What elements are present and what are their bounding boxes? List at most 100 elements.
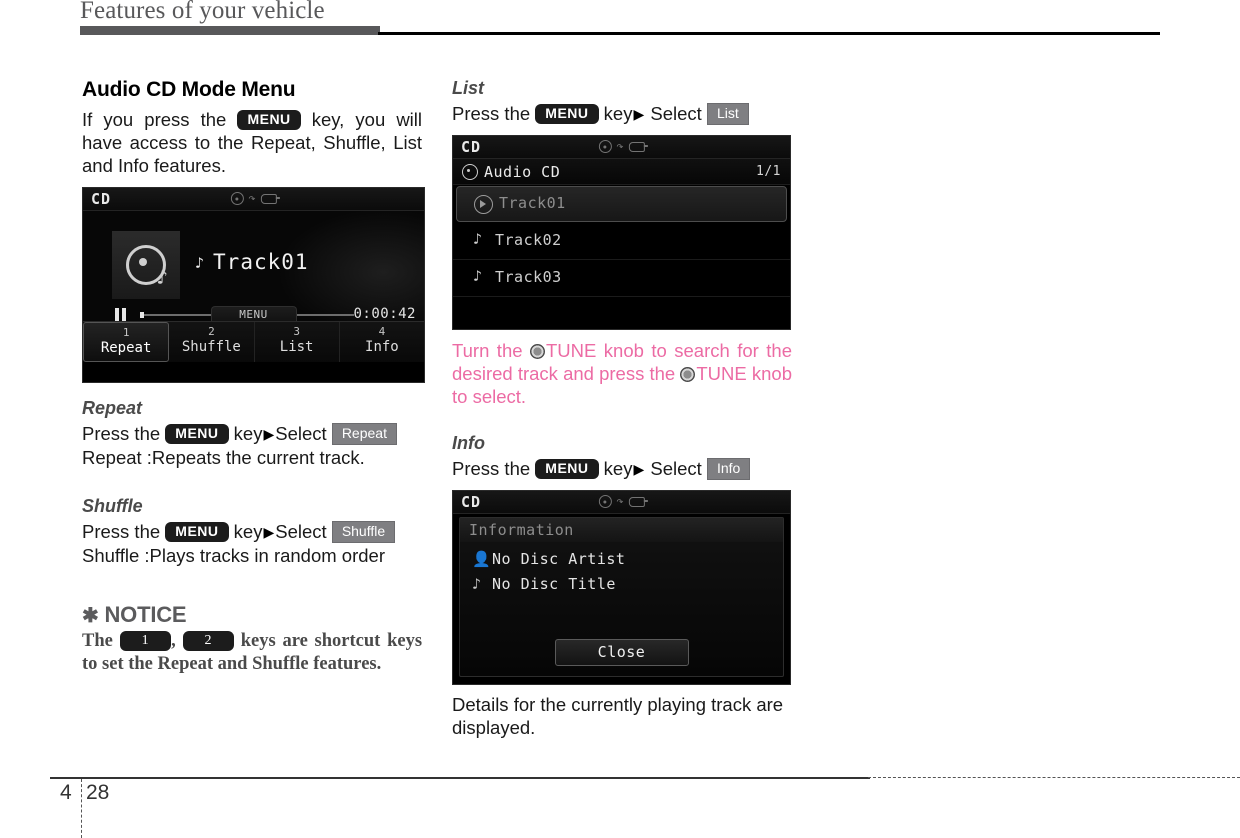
footer-rule bbox=[50, 777, 870, 779]
aux-icon bbox=[628, 141, 648, 152]
arrow-right-icon: ▶ bbox=[633, 106, 645, 122]
softkey-label: Shuffle bbox=[181, 339, 241, 355]
list-key-word: key bbox=[603, 103, 633, 124]
footer-rule-dashed bbox=[868, 777, 1240, 778]
softkey-number: 2 bbox=[208, 325, 215, 338]
list-item-label: Track03 bbox=[495, 268, 562, 286]
album-art-placeholder: ♪ bbox=[112, 231, 180, 299]
info-select-word: Select bbox=[650, 458, 702, 479]
softkey-repeat[interactable]: 1 Repeat bbox=[83, 322, 170, 362]
repeat-select-word: Select bbox=[275, 423, 327, 444]
info-status-bar: CD ↷ bbox=[453, 491, 790, 514]
key-1-badge: 1 bbox=[119, 631, 172, 651]
player-softkey-bar: 1 Repeat 2 Shuffle 3 List 4 Info bbox=[83, 321, 424, 362]
shuffle-option-badge: Shuffle bbox=[331, 521, 396, 543]
list-page-indicator: 1/1 bbox=[756, 164, 781, 179]
aux-icon bbox=[628, 496, 648, 507]
section-title-audio-cd-mode-menu: Audio CD Mode Menu bbox=[82, 78, 296, 101]
softkey-label: Repeat bbox=[100, 340, 152, 356]
shuffle-select-word: Select bbox=[275, 521, 327, 542]
repeat-option-badge: Repeat bbox=[331, 423, 397, 445]
player-source-label: CD bbox=[91, 190, 112, 208]
audio-cd-icon bbox=[462, 164, 478, 180]
info-row-title: ♪ No Disc Title bbox=[472, 575, 616, 593]
softkey-shuffle[interactable]: 2 Shuffle bbox=[169, 322, 255, 362]
repeat-description: Repeat :Repeats the current track. bbox=[82, 447, 365, 468]
information-dialog-title: Information bbox=[469, 521, 574, 539]
list-item[interactable]: ♪ Track02 bbox=[453, 223, 790, 260]
info-caption: Details for the currently playing track … bbox=[452, 694, 784, 738]
info-row-artist: 👤No Disc Artist bbox=[472, 550, 625, 568]
menu-key-badge: MENU bbox=[165, 522, 229, 542]
list-header-label: Audio CD bbox=[484, 163, 561, 181]
usb-icon: ↷ bbox=[616, 494, 624, 508]
note-icon: ♪ bbox=[473, 230, 483, 248]
player-status-icons: ↷ bbox=[230, 192, 280, 205]
left-column: Audio CD Mode Menu If you press the MENU… bbox=[82, 78, 425, 676]
notice-text: The 1, 2 keys are shortcut keys to set t… bbox=[82, 630, 422, 676]
close-button[interactable]: Close bbox=[554, 639, 689, 666]
player-menu-tab[interactable]: MENU bbox=[210, 306, 297, 322]
menu-key-badge: MENU bbox=[165, 424, 229, 444]
pause-icon[interactable] bbox=[115, 308, 126, 321]
subsection-title-list: List bbox=[452, 78, 485, 98]
disc-icon bbox=[598, 495, 612, 508]
info-source-label: CD bbox=[461, 493, 482, 511]
list-source-label: CD bbox=[461, 138, 482, 156]
tune-note-part1: Turn the bbox=[452, 340, 523, 361]
list-status-icons: ↷ bbox=[598, 139, 648, 153]
info-option-badge: Info bbox=[706, 458, 751, 480]
asterisk-icon: ✱ bbox=[82, 605, 99, 627]
info-status-icons: ↷ bbox=[598, 494, 648, 508]
shuffle-press-text: Press the bbox=[82, 521, 161, 542]
softkey-list[interactable]: 3 List bbox=[255, 322, 340, 362]
shuffle-description: Shuffle :Plays tracks in random order bbox=[82, 545, 385, 566]
intro-paragraph: If you press the MENU key, you will have… bbox=[82, 108, 422, 177]
info-key-word: key bbox=[603, 458, 633, 479]
list-instruction: Press the MENU key▶ Select List bbox=[452, 102, 792, 126]
right-column: List Press the MENU key▶ Select List CD … bbox=[452, 78, 792, 739]
info-instruction: Press the MENU key▶ Select Info bbox=[452, 457, 792, 481]
softkey-label: List bbox=[279, 339, 314, 355]
cd-info-screen: CD ↷ Information 👤No Disc Artist ♪ No Dis… bbox=[452, 490, 791, 685]
repeat-key-word: key bbox=[233, 423, 263, 444]
notice-text-start: The bbox=[82, 631, 113, 651]
disc-note-icon: ♪ bbox=[126, 245, 168, 288]
footer-page-number: 28 bbox=[86, 781, 110, 804]
softkey-number: 4 bbox=[378, 325, 386, 338]
list-item[interactable]: ♪ Track03 bbox=[453, 260, 790, 297]
list-header-row: Audio CD 1/1 bbox=[453, 159, 790, 185]
information-dialog: Information 👤No Disc Artist ♪ No Disc Tit… bbox=[459, 517, 784, 677]
list-press-text: Press the bbox=[452, 103, 531, 124]
menu-key-badge: MENU bbox=[535, 104, 599, 124]
note-icon: ♪ bbox=[473, 267, 483, 285]
subsection-title-repeat: Repeat bbox=[82, 398, 143, 418]
note-icon: ♪ bbox=[472, 575, 482, 593]
list-option-badge: List bbox=[706, 103, 749, 125]
cd-list-screen: CD ↷ Audio CD 1/1 Track01 ♪ Track02 ♪ Tr… bbox=[452, 135, 791, 330]
page-title: Features of your vehicle bbox=[80, 0, 325, 24]
subsection-title-shuffle: Shuffle bbox=[82, 496, 143, 516]
progress-knob[interactable] bbox=[140, 312, 144, 318]
repeat-press-text: Press the bbox=[82, 423, 161, 444]
person-icon: 👤 bbox=[472, 550, 492, 568]
softkey-number: 1 bbox=[122, 326, 130, 339]
list-item[interactable]: Track01 bbox=[456, 186, 787, 222]
header-accent-bar bbox=[80, 26, 380, 35]
softkey-info[interactable]: 4 Info bbox=[340, 322, 424, 362]
player-track-name: Track01 bbox=[213, 250, 309, 274]
info-row-label: No Disc Artist bbox=[492, 550, 626, 568]
shuffle-instruction: Press the MENU key▶Select Shuffle bbox=[82, 520, 422, 544]
tune-knob-icon bbox=[529, 344, 545, 359]
play-icon bbox=[474, 195, 493, 214]
music-note-icon: ♪ bbox=[195, 254, 206, 272]
list-item-label: Track01 bbox=[499, 194, 566, 212]
disc-icon bbox=[230, 192, 244, 205]
disc-icon bbox=[598, 140, 612, 153]
usb-icon: ↷ bbox=[616, 139, 624, 153]
intro-prefix: If you press the bbox=[82, 109, 227, 130]
notice-separator: , bbox=[171, 631, 176, 651]
player-status-bar: CD ↷ bbox=[83, 188, 424, 211]
subsection-title-info: Info bbox=[452, 433, 485, 453]
softkey-label: Info bbox=[365, 339, 399, 355]
